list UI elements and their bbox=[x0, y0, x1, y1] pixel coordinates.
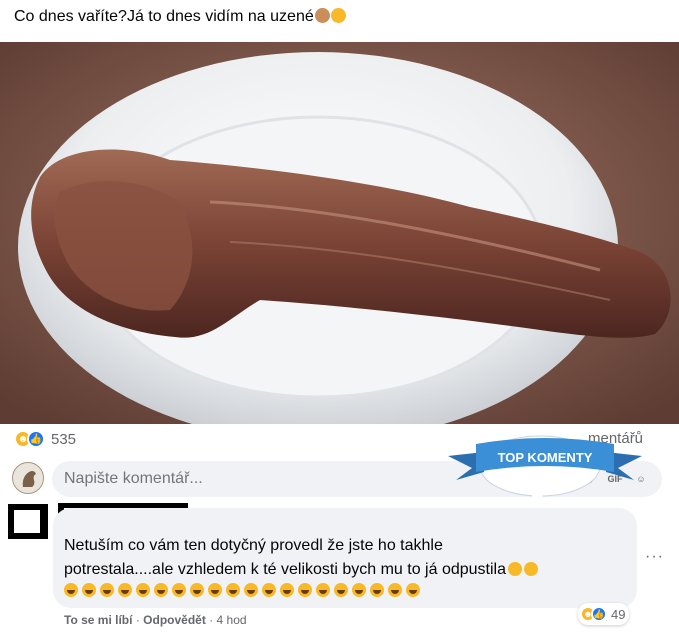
rofl-emoji-icon bbox=[226, 583, 240, 597]
comment-time[interactable]: 4 hod bbox=[217, 613, 247, 627]
post-caption: Co dnes vaříte?Já to dnes vidím na uzené bbox=[14, 8, 314, 25]
rofl-emoji-icon bbox=[64, 583, 78, 597]
grinning-face-icon bbox=[330, 8, 346, 23]
reaction-count: 535 bbox=[51, 430, 77, 448]
rofl-emoji-icon bbox=[244, 583, 258, 597]
comment-reaction-count: 49 bbox=[611, 606, 626, 622]
rofl-emoji-icon bbox=[524, 562, 538, 576]
comment-actions: To se mi líbí · Odpovědět · 4 hod bbox=[64, 613, 247, 627]
comment-more-options[interactable]: ··· bbox=[645, 548, 664, 566]
separator: · bbox=[135, 613, 140, 627]
comment-line-1: Netuším co vám ten dotyčný provedl že js… bbox=[64, 537, 443, 554]
rofl-emoji-icon bbox=[334, 583, 348, 597]
rofl-emoji-icon bbox=[190, 583, 204, 597]
rofl-emoji-icon bbox=[100, 583, 114, 597]
avatar bbox=[12, 462, 44, 494]
rofl-emoji-icon bbox=[82, 583, 96, 597]
comment-line-2: potrestala....ale vzhledem k té velikost… bbox=[64, 561, 506, 578]
top-comments-badge: TOP KOMENTY bbox=[448, 435, 642, 508]
separator: · bbox=[209, 613, 214, 627]
smoked-meat-on-plate-image bbox=[0, 42, 679, 424]
badge-label: TOP KOMENTY bbox=[498, 450, 593, 465]
post-photo[interactable] bbox=[0, 42, 679, 424]
reply-button[interactable]: Odpovědět bbox=[143, 613, 206, 627]
rofl-emoji-icon bbox=[352, 583, 366, 597]
rofl-emoji-icon bbox=[208, 583, 222, 597]
comment-text: Netuším co vám ten dotyčný provedl že js… bbox=[64, 534, 624, 582]
rofl-emoji-icon bbox=[508, 562, 522, 576]
like-reaction-icon: 👍 bbox=[27, 430, 45, 448]
rofl-emoji-icon bbox=[298, 583, 312, 597]
post-text: Co dnes vaříte?Já to dnes vidím na uzené bbox=[14, 8, 346, 26]
post-reactions[interactable]: ☻ 👍 535 bbox=[14, 428, 76, 450]
rofl-emoji-icon bbox=[154, 583, 168, 597]
rofl-emoji-icon bbox=[280, 583, 294, 597]
rofl-emoji-icon bbox=[136, 583, 150, 597]
commenter-avatar-redacted[interactable] bbox=[8, 504, 48, 539]
like-comment-button[interactable]: To se mi líbí bbox=[64, 613, 132, 627]
like-reaction-icon: 👍 bbox=[591, 606, 607, 622]
rofl-emoji-icon bbox=[388, 583, 402, 597]
comment-reactions[interactable]: ☻ 👍 49 bbox=[578, 603, 630, 625]
rofl-emoji-icon bbox=[316, 583, 330, 597]
rofl-emoji-icon bbox=[172, 583, 186, 597]
emoji-row bbox=[64, 583, 420, 597]
rofl-emoji-icon bbox=[262, 583, 276, 597]
rofl-emoji-icon bbox=[406, 583, 420, 597]
horse-logo-icon bbox=[22, 470, 36, 487]
see-no-evil-monkey-icon bbox=[314, 8, 330, 23]
rofl-emoji-icon bbox=[118, 583, 132, 597]
rofl-emoji-icon bbox=[370, 583, 384, 597]
